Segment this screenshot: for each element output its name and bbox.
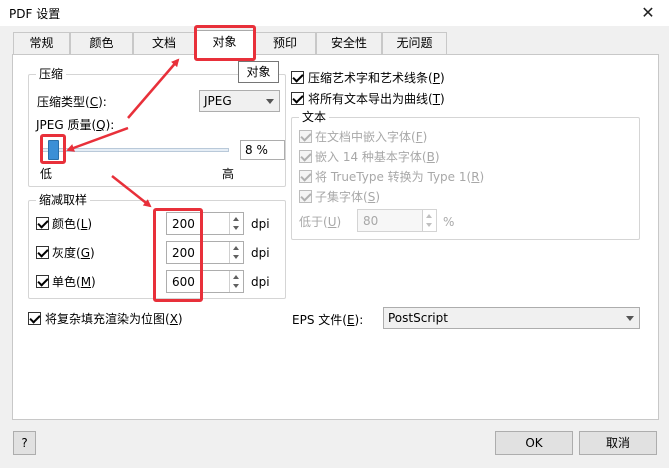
arrow-to-slider [66, 126, 129, 152]
arrow-to-objects-tab [127, 58, 180, 119]
arrow-to-dpi-values [111, 175, 152, 208]
annotation-arrows [66, 58, 180, 208]
